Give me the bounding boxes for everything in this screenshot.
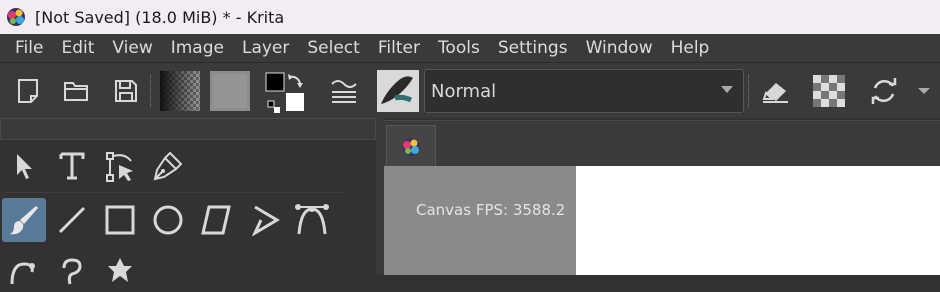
bezier-edit-icon bbox=[106, 152, 133, 182]
pattern-selector[interactable] bbox=[210, 71, 250, 111]
document-tab[interactable] bbox=[386, 125, 436, 167]
menu-help[interactable]: Help bbox=[671, 38, 710, 58]
menu-bar: File Edit View Image Layer Select Filter… bbox=[0, 34, 940, 62]
new-document-icon bbox=[18, 79, 38, 103]
brush-editor-button[interactable] bbox=[326, 73, 362, 109]
brush-preset-icon bbox=[377, 70, 419, 112]
toolbar-separator bbox=[150, 75, 152, 107]
krita-logo-icon bbox=[402, 137, 420, 156]
document-tab-bar bbox=[384, 120, 940, 167]
brush-settings-icon bbox=[331, 80, 357, 103]
line-icon bbox=[58, 206, 86, 234]
menu-select[interactable]: Select bbox=[307, 38, 359, 58]
menu-tools[interactable]: Tools bbox=[438, 38, 480, 58]
folder-icon bbox=[64, 82, 88, 101]
pen-nib-icon bbox=[153, 151, 183, 181]
toolbox bbox=[0, 140, 384, 285]
menu-edit[interactable]: Edit bbox=[61, 38, 94, 58]
toolbox-docker-titlebar[interactable] bbox=[0, 118, 376, 140]
ellipse-icon bbox=[153, 205, 183, 235]
blending-mode-value: Normal bbox=[431, 80, 497, 102]
krita-logo-icon bbox=[7, 8, 25, 26]
preserve-alpha-button[interactable] bbox=[811, 73, 847, 109]
dynamic-brush-icon bbox=[62, 258, 82, 285]
multibrush-tool[interactable] bbox=[98, 248, 142, 292]
freehand-path-icon bbox=[10, 262, 35, 285]
select-shapes-tool[interactable] bbox=[2, 144, 46, 188]
open-document-button[interactable] bbox=[58, 73, 94, 109]
eraser-mode-button[interactable] bbox=[757, 73, 793, 109]
color-swap-icon bbox=[265, 72, 304, 113]
alpha-checker-icon bbox=[813, 75, 845, 107]
title-bar: [Not Saved] (18.0 MiB) * - Krita bbox=[0, 0, 940, 34]
polygon-tool[interactable] bbox=[194, 198, 238, 242]
blending-mode-select[interactable]: Normal bbox=[424, 69, 744, 113]
eraser-icon bbox=[762, 83, 788, 103]
foreground-background-color-selector[interactable] bbox=[264, 69, 308, 113]
menu-image[interactable]: Image bbox=[171, 38, 224, 58]
chevron-down-icon bbox=[918, 88, 930, 94]
calligraphy-tool[interactable] bbox=[146, 144, 190, 188]
chevron-down-icon bbox=[721, 86, 733, 93]
menu-filter[interactable]: Filter bbox=[378, 38, 420, 58]
bezier-curve-icon bbox=[295, 204, 329, 235]
menu-window[interactable]: Window bbox=[586, 38, 653, 58]
panel-splitter[interactable] bbox=[376, 118, 384, 275]
canvas-image[interactable] bbox=[576, 166, 940, 275]
menu-view[interactable]: View bbox=[112, 38, 152, 58]
gradient-preset-icon bbox=[160, 71, 200, 111]
main-toolbar: Normal bbox=[0, 62, 940, 118]
brush-preset-button[interactable] bbox=[376, 69, 420, 113]
menu-layer[interactable]: Layer bbox=[242, 38, 289, 58]
reload-preset-button[interactable] bbox=[866, 73, 902, 109]
bezier-curve-tool[interactable] bbox=[290, 198, 334, 242]
rectangle-tool[interactable] bbox=[98, 198, 142, 242]
polygon-icon bbox=[201, 205, 231, 235]
menu-settings[interactable]: Settings bbox=[498, 38, 568, 58]
polyline-tool[interactable] bbox=[242, 198, 286, 242]
multibrush-icon bbox=[108, 258, 132, 282]
toolbox-separator bbox=[4, 192, 344, 193]
canvas-background[interactable] bbox=[384, 166, 576, 275]
save-icon bbox=[115, 80, 137, 102]
ellipse-tool[interactable] bbox=[146, 198, 190, 242]
text-t-icon bbox=[59, 152, 85, 180]
line-tool[interactable] bbox=[50, 198, 94, 242]
pattern-preset-icon bbox=[210, 71, 250, 111]
toolbar-separator bbox=[748, 75, 750, 107]
edit-shapes-tool[interactable] bbox=[98, 144, 142, 188]
freehand-path-tool[interactable] bbox=[2, 248, 46, 292]
canvas-fps-label: Canvas FPS: 3588.2 bbox=[416, 201, 566, 219]
menu-file[interactable]: File bbox=[15, 38, 43, 58]
toolbar-overflow-button[interactable] bbox=[910, 73, 938, 109]
save-button[interactable] bbox=[108, 73, 144, 109]
window-title: [Not Saved] (18.0 MiB) * - Krita bbox=[35, 7, 285, 27]
new-document-button[interactable] bbox=[10, 73, 46, 109]
rectangle-icon bbox=[105, 205, 135, 235]
gradient-selector[interactable] bbox=[160, 71, 200, 111]
text-tool[interactable] bbox=[50, 144, 94, 188]
freehand-brush-tool[interactable] bbox=[2, 198, 46, 242]
paintbrush-icon bbox=[10, 206, 38, 235]
refresh-icon bbox=[871, 78, 897, 104]
pointer-arrow-icon bbox=[17, 154, 32, 179]
dynamic-brush-tool[interactable] bbox=[50, 248, 94, 292]
polyline-icon bbox=[251, 205, 280, 236]
